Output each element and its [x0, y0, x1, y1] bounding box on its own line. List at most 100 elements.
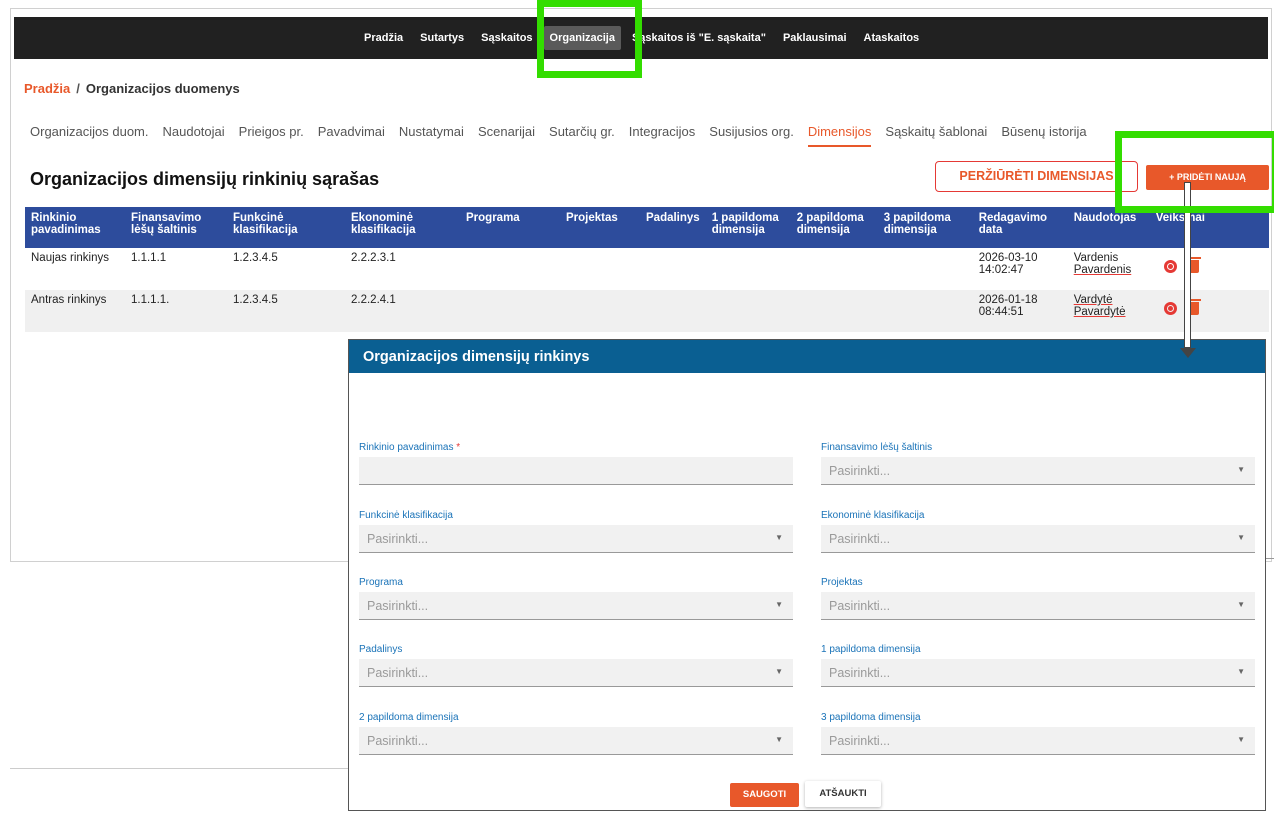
view-dimensions-button[interactable]: PERŽIŪRĖTI DIMENSIJAS — [935, 161, 1138, 192]
set-name-input[interactable] — [359, 457, 793, 485]
cell-func: 1.2.3.4.5 — [227, 290, 345, 332]
cell-proj — [560, 290, 640, 332]
col-header-name[interactable]: Rinkinio pavadinimas — [25, 207, 125, 248]
tab-dimensijos[interactable]: Dimensijos — [807, 124, 872, 147]
frame-edge — [1266, 558, 1274, 559]
nav-item-e-saskaita[interactable]: Sąskaitos iš "E. sąskaita" — [626, 26, 772, 50]
col-header-pad[interactable]: Padalinys — [640, 207, 706, 248]
nav-item-paklausimai[interactable]: Paklausimai — [777, 26, 853, 50]
bottom-divider — [10, 768, 350, 769]
d2-placeholder: Pasirinkti... — [367, 734, 429, 748]
cell-user: Vardytė Pavardytė — [1067, 290, 1150, 332]
tab-organizacijos-duom[interactable]: Organizacijos duom. — [30, 124, 149, 147]
page-title: Organizacijos dimensijų rinkinių sąrašas — [30, 169, 380, 189]
prog-select[interactable]: Pasirinkti... ▼ — [359, 592, 793, 620]
nav-item-saskaitos[interactable]: Sąskaitos — [475, 26, 538, 50]
tab-prieigos-pr[interactable]: Prieigos pr. — [239, 124, 304, 147]
col-header-fin[interactable]: Finansavimo lėšų šaltinis — [125, 207, 227, 248]
d1-select[interactable]: Pasirinkti... ▼ — [821, 659, 1255, 687]
cell-date: 2026-01-18 08:44:51 — [972, 290, 1068, 332]
pad-select[interactable]: Pasirinkti... ▼ — [359, 659, 793, 687]
col-header-func[interactable]: Funkcinė klasifikacija — [227, 207, 345, 248]
fin-label: Finansavimo lėšų šaltinis — [821, 442, 933, 453]
col-header-user[interactable]: Naudotojas — [1067, 207, 1150, 248]
field-d3: 3 papildoma dimensija Pasirinkti... ▼ — [821, 712, 1255, 755]
tab-naudotojai[interactable]: Naudotojai — [163, 124, 225, 147]
chevron-down-icon: ▼ — [1237, 533, 1245, 542]
col-header-prog[interactable]: Programa — [460, 207, 560, 248]
user-last-name: Pavardytė — [1073, 306, 1126, 318]
annotation-arrow-head — [1180, 348, 1196, 358]
dimension-set-modal: Organizacijos dimensijų rinkinys Rinkini… — [348, 339, 1266, 811]
view-icon[interactable] — [1163, 260, 1177, 273]
cell-d3 — [878, 248, 973, 290]
field-d2: 2 papildoma dimensija Pasirinkti... ▼ — [359, 712, 793, 755]
tab-susijusios-org[interactable]: Susijusios org. — [709, 124, 794, 147]
table-row[interactable]: Antras rinkinys 1.1.1.1. 1.2.3.4.5 2.2.2… — [25, 290, 1269, 332]
field-eko: Ekonominė klasifikacija Pasirinkti... ▼ — [821, 510, 1255, 553]
fin-placeholder: Pasirinkti... — [829, 464, 891, 478]
cell-func: 1.2.3.4.5 — [233, 252, 278, 264]
d1-placeholder: Pasirinkti... — [829, 666, 891, 680]
eko-placeholder: Pasirinkti... — [829, 532, 891, 546]
d3-placeholder: Pasirinkti... — [829, 734, 891, 748]
d2-select[interactable]: Pasirinkti... ▼ — [359, 727, 793, 755]
tab-nustatymai[interactable]: Nustatymai — [399, 124, 464, 147]
func-select[interactable]: Pasirinkti... ▼ — [359, 525, 793, 553]
cell-actions — [1150, 248, 1269, 290]
pad-placeholder: Pasirinkti... — [367, 666, 429, 680]
nav-item-sutartys[interactable]: Sutartys — [414, 26, 470, 50]
dimension-sets-table: Rinkinio pavadinimas Finansavimo lėšų ša… — [25, 207, 1269, 332]
breadcrumb-current: Organizacijos duomenys — [85, 81, 240, 96]
d3-select[interactable]: Pasirinkti... ▼ — [821, 727, 1255, 755]
cell-fin: 1.1.1.1. — [125, 290, 227, 332]
chevron-down-icon: ▼ — [775, 667, 783, 676]
col-header-proj[interactable]: Projektas — [560, 207, 640, 248]
tab-saskaitu-sablonai[interactable]: Sąskaitų šablonai — [885, 124, 987, 147]
tab-bar: Organizacijos duom. Naudotojai Prieigos … — [30, 124, 1101, 147]
cell-d2 — [790, 290, 878, 332]
table-row[interactable]: Naujas rinkinys 1.1.1.1 1.2.3.4.5 2.2.2.… — [25, 248, 1269, 290]
user-first-name: Vardytė — [1073, 294, 1113, 306]
prog-label: Programa — [359, 577, 403, 588]
nav-item-ataskaitos[interactable]: Ataskaitos — [858, 26, 926, 50]
nav-item-pradzia[interactable]: Pradžia — [358, 26, 409, 50]
tab-sutarciu-gr[interactable]: Sutarčių gr. — [549, 124, 615, 147]
tab-integracijos[interactable]: Integracijos — [629, 124, 695, 147]
col-header-date[interactable]: Redagavimo data — [972, 207, 1068, 248]
highlight-box-add-button — [1115, 131, 1274, 213]
col-header-d2[interactable]: 2 papildoma dimensija — [790, 207, 878, 248]
cell-date: 2026-03-10 14:02:47 — [978, 252, 1038, 276]
func-placeholder: Pasirinkti... — [367, 532, 429, 546]
proj-label: Projektas — [821, 577, 863, 588]
field-func: Funkcinė klasifikacija Pasirinkti... ▼ — [359, 510, 793, 553]
cancel-button[interactable]: ATŠAUKTI — [805, 781, 881, 807]
fin-select[interactable]: Pasirinkti... ▼ — [821, 457, 1255, 485]
cell-pad — [640, 248, 706, 290]
col-header-eko[interactable]: Ekonominė klasifikacija — [345, 207, 460, 248]
eko-select[interactable]: Pasirinkti... ▼ — [821, 525, 1255, 553]
col-header-d3[interactable]: 3 papildoma dimensija — [877, 207, 973, 248]
cell-prog — [460, 248, 560, 290]
cell-name: Naujas rinkinys — [31, 252, 109, 264]
d3-label: 3 papildoma dimensija — [821, 712, 921, 723]
save-button[interactable]: SAUGOTI — [730, 783, 799, 807]
field-set-name: Rinkinio pavadinimas * — [359, 442, 793, 485]
tab-scenarijai[interactable]: Scenarijai — [478, 124, 535, 147]
field-prog: Programa Pasirinkti... ▼ — [359, 577, 793, 620]
cell-prog — [460, 290, 560, 332]
tab-pavadinimai[interactable]: Pavadvimai — [318, 124, 385, 147]
field-proj: Projektas Pasirinkti... ▼ — [821, 577, 1255, 620]
cell-d3 — [877, 290, 973, 332]
view-icon[interactable] — [1163, 302, 1177, 315]
cell-d2 — [791, 248, 878, 290]
breadcrumb-home-link[interactable]: Pradžia — [24, 81, 70, 96]
proj-select[interactable]: Pasirinkti... ▼ — [821, 592, 1255, 620]
cell-fin: 1.1.1.1 — [131, 252, 167, 264]
cell-d1 — [706, 248, 791, 290]
d1-label: 1 papildoma dimensija — [821, 644, 921, 655]
cell-eko: 2.2.2.3.1 — [351, 252, 396, 264]
tab-busenu-istorija[interactable]: Būsenų istorija — [1001, 124, 1086, 147]
col-header-d1[interactable]: 1 papildoma dimensija — [705, 207, 791, 248]
func-label: Funkcinė klasifikacija — [359, 510, 453, 521]
